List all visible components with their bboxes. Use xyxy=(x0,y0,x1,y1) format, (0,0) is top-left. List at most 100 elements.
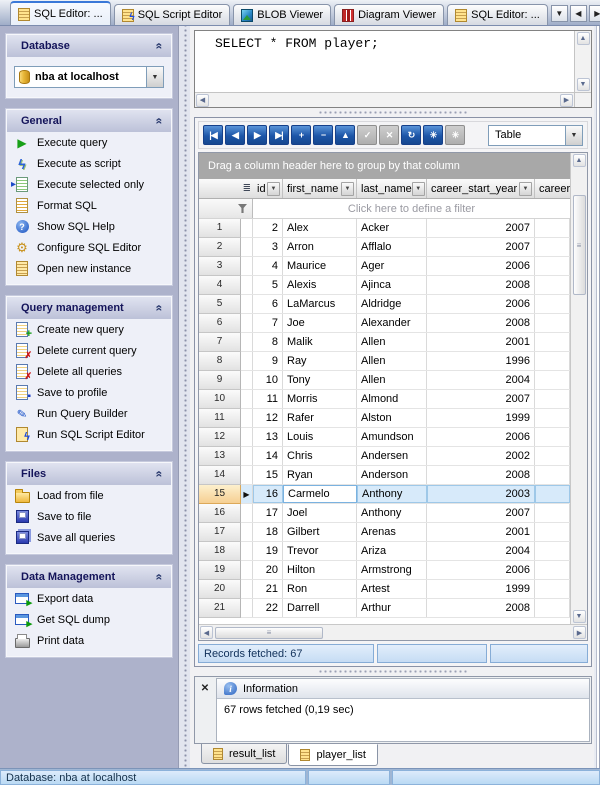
cell-career-extra[interactable] xyxy=(535,447,570,465)
cell-first-name[interactable]: Joe xyxy=(283,314,357,332)
table-row[interactable]: 910TonyAllen2004 xyxy=(199,371,570,390)
row-number[interactable]: 14 xyxy=(199,466,241,485)
window-tab-blob-viewer[interactable]: BLOB Viewer xyxy=(233,4,331,25)
column-dropdown-icon[interactable]: ▼ xyxy=(341,182,354,196)
scroll-right-icon[interactable]: ▶ xyxy=(573,626,586,639)
cell-id[interactable]: 12 xyxy=(253,409,283,427)
sidebar-item-execute-selected-only[interactable]: Execute selected only xyxy=(7,174,171,195)
horizontal-splitter[interactable] xyxy=(194,108,592,117)
section-header-database[interactable]: Database« xyxy=(7,35,171,57)
cell-id[interactable]: 15 xyxy=(253,466,283,484)
row-number[interactable]: 1 xyxy=(199,219,241,238)
row-number[interactable]: 11 xyxy=(199,409,241,428)
cell-career-extra[interactable] xyxy=(535,295,570,313)
cell-last-name[interactable]: Arthur xyxy=(357,599,427,617)
cell-id[interactable]: 17 xyxy=(253,504,283,522)
cell-career-start-year[interactable]: 2001 xyxy=(427,333,535,351)
cell-id[interactable]: 14 xyxy=(253,447,283,465)
refresh-records-button[interactable]: ↻ xyxy=(401,125,421,145)
table-row[interactable]: 2122DarrellArthur2008 xyxy=(199,599,570,618)
filter-hint-cell[interactable]: Click here to define a filter xyxy=(253,199,570,218)
cell-career-extra[interactable] xyxy=(535,219,570,237)
cell-first-name[interactable]: Alexis xyxy=(283,276,357,294)
cell-last-name[interactable]: Afflalo xyxy=(357,238,427,256)
chevron-up-double-icon[interactable]: « xyxy=(153,305,167,312)
grid-filter-row[interactable]: Click here to define a filter xyxy=(199,199,570,219)
row-number[interactable]: 8 xyxy=(199,352,241,371)
sidebar-item-execute-as-script[interactable]: Execute as script xyxy=(7,153,171,174)
delete-record-button[interactable]: − xyxy=(313,125,333,145)
cell-career-start-year[interactable]: 2006 xyxy=(427,561,535,579)
sidebar-item-print-data[interactable]: Print data xyxy=(7,630,171,651)
cell-career-extra[interactable] xyxy=(535,504,570,522)
cell-first-name[interactable]: Carmelo xyxy=(283,485,357,503)
cell-last-name[interactable]: Anthony xyxy=(357,504,427,522)
cell-id[interactable]: 16 xyxy=(253,485,283,503)
table-row[interactable]: 1617JoelAnthony2007 xyxy=(199,504,570,523)
sql-editor-hscrollbar[interactable]: ◀ ▶ xyxy=(195,92,574,107)
cell-id[interactable]: 10 xyxy=(253,371,283,389)
table-row[interactable]: 34MauriceAger2006 xyxy=(199,257,570,276)
table-row[interactable]: 12AlexAcker2007 xyxy=(199,219,570,238)
cell-career-extra[interactable] xyxy=(535,485,570,503)
cell-first-name[interactable]: Gilbert xyxy=(283,523,357,541)
cell-first-name[interactable]: Morris xyxy=(283,390,357,408)
cell-career-start-year[interactable]: 1999 xyxy=(427,409,535,427)
cell-career-extra[interactable] xyxy=(535,542,570,560)
cell-career-start-year[interactable]: 2007 xyxy=(427,219,535,237)
next-record-button[interactable]: ▶ xyxy=(247,125,267,145)
cell-career-extra[interactable] xyxy=(535,466,570,484)
cell-id[interactable]: 4 xyxy=(253,257,283,275)
cell-career-extra[interactable] xyxy=(535,352,570,370)
sidebar-item-run-sql-script-editor[interactable]: Run SQL Script Editor xyxy=(7,424,171,445)
vscroll-thumb[interactable]: ≡ xyxy=(573,195,586,295)
table-row[interactable]: 23ArronAfflalo2007 xyxy=(199,238,570,257)
cell-career-extra[interactable] xyxy=(535,257,570,275)
sidebar-item-save-to-file[interactable]: Save to file xyxy=(7,506,171,527)
chevron-up-double-icon[interactable]: « xyxy=(153,471,167,478)
row-number[interactable]: 13 xyxy=(199,447,241,466)
row-number[interactable]: 15 xyxy=(199,485,241,504)
cell-id[interactable]: 7 xyxy=(253,314,283,332)
row-number[interactable]: 16 xyxy=(199,504,241,523)
cell-career-start-year[interactable]: 2004 xyxy=(427,542,535,560)
cell-career-start-year[interactable]: 2007 xyxy=(427,390,535,408)
cell-career-start-year[interactable]: 2008 xyxy=(427,599,535,617)
table-row[interactable]: 15▶16CarmeloAnthony2003 xyxy=(199,485,570,504)
cell-last-name[interactable]: Alexander xyxy=(357,314,427,332)
cell-last-name[interactable]: Acker xyxy=(357,219,427,237)
cell-first-name[interactable]: Rafer xyxy=(283,409,357,427)
cell-career-start-year[interactable]: 2002 xyxy=(427,447,535,465)
cell-first-name[interactable]: Trevor xyxy=(283,542,357,560)
prior-record-button[interactable]: ◀ xyxy=(225,125,245,145)
cell-id[interactable]: 11 xyxy=(253,390,283,408)
row-number[interactable]: 9 xyxy=(199,371,241,390)
row-number[interactable]: 21 xyxy=(199,599,241,618)
cell-first-name[interactable]: Ryan xyxy=(283,466,357,484)
view-mode-select[interactable]: Table ▼ xyxy=(488,125,583,146)
cell-last-name[interactable]: Artest xyxy=(357,580,427,598)
cell-id[interactable]: 3 xyxy=(253,238,283,256)
sidebar-item-save-all-queries[interactable]: Save all queries xyxy=(7,527,171,548)
row-number[interactable]: 20 xyxy=(199,580,241,599)
sidebar-item-show-sql-help[interactable]: Show SQL Help xyxy=(7,216,171,237)
grid-vscrollbar[interactable]: ▲ ≡ ▼ xyxy=(570,153,587,624)
database-select[interactable]: nba at localhost▼ xyxy=(14,66,164,88)
sidebar-item-run-query-builder[interactable]: Run Query Builder xyxy=(7,403,171,424)
cell-career-start-year[interactable]: 2004 xyxy=(427,371,535,389)
scroll-up-icon[interactable]: ▲ xyxy=(573,154,586,167)
cell-career-extra[interactable] xyxy=(535,428,570,446)
row-number[interactable]: 17 xyxy=(199,523,241,542)
fetch-all-button[interactable]: ✳ xyxy=(423,125,443,145)
cell-career-extra[interactable] xyxy=(535,523,570,541)
column-header-id[interactable]: id▼ xyxy=(253,179,283,198)
cell-last-name[interactable]: Anderson xyxy=(357,466,427,484)
sidebar-item-delete-all-queries[interactable]: Delete all queries xyxy=(7,361,171,382)
cell-id[interactable]: 22 xyxy=(253,599,283,617)
table-row[interactable]: 2021RonArtest1999 xyxy=(199,580,570,599)
cell-id[interactable]: 13 xyxy=(253,428,283,446)
bottom-tab-result-list[interactable]: result_list xyxy=(201,744,287,764)
cell-first-name[interactable]: Malik xyxy=(283,333,357,351)
cell-career-extra[interactable] xyxy=(535,238,570,256)
cell-career-extra[interactable] xyxy=(535,390,570,408)
